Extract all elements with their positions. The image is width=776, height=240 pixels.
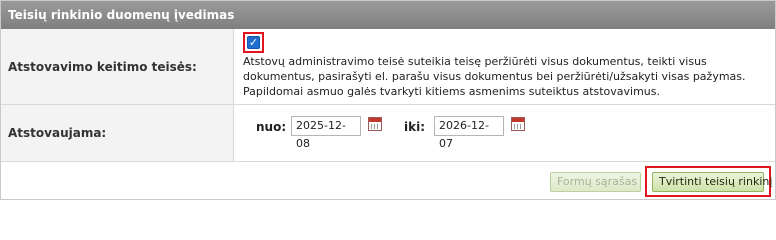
to-date-input[interactable]: 2026-12-07	[434, 116, 504, 150]
period-row: Atstovaujama: nuo: 2025-12-08 iki: 2026-…	[1, 105, 775, 162]
period-value-cell: nuo: 2025-12-08 iki: 2026-12-07	[235, 105, 775, 161]
to-label: iki:	[404, 120, 426, 134]
checkmark-icon: ✓	[248, 36, 259, 49]
calendar-icon[interactable]	[511, 117, 525, 131]
rights-checkbox[interactable]: ✓	[247, 36, 260, 49]
forms-list-button[interactable]: Formų sąrašas	[550, 172, 641, 192]
panel-footer: Formų sąrašas Tvirtinti teisių rinkinį	[1, 162, 775, 199]
period-label: Atstovaujama:	[1, 105, 234, 161]
rights-checkbox-highlight: ✓	[243, 32, 264, 53]
rights-description: Atstovų administravimo teisė suteikia te…	[243, 55, 746, 98]
confirm-button-highlight: Tvirtinti teisių rinkinį	[645, 166, 772, 197]
panel-title: Teisių rinkinio duomenų įvedimas	[1, 1, 775, 29]
rights-label: Atstovavimo keitimo teisės:	[1, 29, 234, 104]
from-label: nuo:	[256, 120, 287, 134]
confirm-rights-button[interactable]: Tvirtinti teisių rinkinį	[652, 172, 772, 192]
rights-set-panel: Teisių rinkinio duomenų įvedimas Atstova…	[0, 0, 776, 200]
from-date-input[interactable]: 2025-12-08	[291, 116, 361, 150]
rights-row: Atstovavimo keitimo teisės: ✓ Atstovų ad…	[1, 29, 775, 105]
rights-value-cell: ✓ Atstovų administravimo teisė suteikia …	[235, 29, 775, 104]
calendar-icon[interactable]	[368, 117, 382, 131]
